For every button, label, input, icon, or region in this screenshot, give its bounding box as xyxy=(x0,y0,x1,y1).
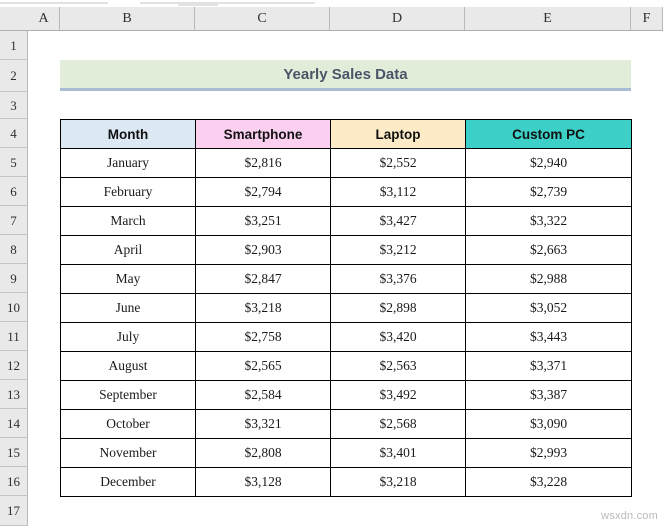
cell-smartphone[interactable]: $2,584 xyxy=(196,381,331,410)
cell-month[interactable]: February xyxy=(61,178,196,207)
cell-month[interactable]: October xyxy=(61,410,196,439)
table-row: August $2,565 $2,563 $3,371 xyxy=(61,352,632,381)
cell-laptop[interactable]: $3,218 xyxy=(331,468,466,497)
sales-data-table: Month Smartphone Laptop Custom PC Januar… xyxy=(60,119,632,497)
column-header-e[interactable]: E xyxy=(465,7,631,30)
cell-month[interactable]: January xyxy=(61,149,196,178)
cell-custom-pc[interactable]: $3,228 xyxy=(466,468,632,497)
table-header-row: Month Smartphone Laptop Custom PC xyxy=(61,120,632,149)
cell-laptop[interactable]: $3,401 xyxy=(331,439,466,468)
table-row: November $2,808 $3,401 $2,993 xyxy=(61,439,632,468)
row-header-1[interactable]: 1 xyxy=(0,31,28,60)
cell-custom-pc[interactable]: $3,090 xyxy=(466,410,632,439)
cell-custom-pc[interactable]: $3,387 xyxy=(466,381,632,410)
row-header-13[interactable]: 13 xyxy=(0,380,28,409)
table-row: July $2,758 $3,420 $3,443 xyxy=(61,323,632,352)
cell-custom-pc[interactable]: $3,443 xyxy=(466,323,632,352)
cell-month[interactable]: June xyxy=(61,294,196,323)
table-row: December $3,128 $3,218 $3,228 xyxy=(61,468,632,497)
cell-smartphone[interactable]: $2,565 xyxy=(196,352,331,381)
sheet-title-text: Yearly Sales Data xyxy=(283,66,407,83)
cell-laptop[interactable]: $2,898 xyxy=(331,294,466,323)
cell-month[interactable]: July xyxy=(61,323,196,352)
cell-month[interactable]: December xyxy=(61,468,196,497)
cell-custom-pc[interactable]: $2,993 xyxy=(466,439,632,468)
row-header-6[interactable]: 6 xyxy=(0,177,28,206)
sheet-title-cell[interactable]: Yearly Sales Data xyxy=(60,60,631,91)
table-row: October $3,321 $2,568 $3,090 xyxy=(61,410,632,439)
column-header-f[interactable]: F xyxy=(631,7,663,30)
cell-laptop[interactable]: $2,563 xyxy=(331,352,466,381)
table-row: January $2,816 $2,552 $2,940 xyxy=(61,149,632,178)
cell-custom-pc[interactable]: $2,988 xyxy=(466,265,632,294)
table-row: June $3,218 $2,898 $3,052 xyxy=(61,294,632,323)
cell-laptop[interactable]: $3,492 xyxy=(331,381,466,410)
cell-month[interactable]: November xyxy=(61,439,196,468)
cell-smartphone[interactable]: $3,218 xyxy=(196,294,331,323)
cell-laptop[interactable]: $3,212 xyxy=(331,236,466,265)
cell-custom-pc[interactable]: $2,739 xyxy=(466,178,632,207)
cell-laptop[interactable]: $3,112 xyxy=(331,178,466,207)
spreadsheet-canvas: A B C D E F 1 2 3 4 5 6 7 8 9 10 11 12 1… xyxy=(0,0,663,526)
row-header-10[interactable]: 10 xyxy=(0,293,28,322)
cell-month[interactable]: April xyxy=(61,236,196,265)
cell-smartphone[interactable]: $3,251 xyxy=(196,207,331,236)
row-header-4[interactable]: 4 xyxy=(0,119,28,148)
cell-month[interactable]: March xyxy=(61,207,196,236)
table-row: May $2,847 $3,376 $2,988 xyxy=(61,265,632,294)
cell-smartphone[interactable]: $2,816 xyxy=(196,149,331,178)
cell-laptop[interactable]: $2,552 xyxy=(331,149,466,178)
ribbon-remnant-strip xyxy=(0,0,663,7)
column-header-c[interactable]: C xyxy=(195,7,330,30)
column-header-b[interactable]: B xyxy=(60,7,195,30)
cell-month[interactable]: September xyxy=(61,381,196,410)
row-header-14[interactable]: 14 xyxy=(0,409,28,438)
column-header-custom-pc[interactable]: Custom PC xyxy=(466,120,632,149)
cell-month[interactable]: August xyxy=(61,352,196,381)
row-header-17[interactable]: 17 xyxy=(0,496,28,526)
cell-smartphone[interactable]: $2,847 xyxy=(196,265,331,294)
cell-laptop[interactable]: $3,427 xyxy=(331,207,466,236)
cell-laptop[interactable]: $3,420 xyxy=(331,323,466,352)
cell-month[interactable]: May xyxy=(61,265,196,294)
site-watermark: wsxdn.com xyxy=(601,510,658,522)
cell-custom-pc[interactable]: $3,322 xyxy=(466,207,632,236)
row-header-7[interactable]: 7 xyxy=(0,206,28,235)
column-header-a[interactable]: A xyxy=(28,7,60,30)
row-header-11[interactable]: 11 xyxy=(0,322,28,351)
table-row: April $2,903 $3,212 $2,663 xyxy=(61,236,632,265)
row-header-2[interactable]: 2 xyxy=(0,60,28,92)
row-header-16[interactable]: 16 xyxy=(0,467,28,496)
cell-smartphone[interactable]: $2,758 xyxy=(196,323,331,352)
table-row: March $3,251 $3,427 $3,322 xyxy=(61,207,632,236)
cell-custom-pc[interactable]: $2,663 xyxy=(466,236,632,265)
table-row: February $2,794 $3,112 $2,739 xyxy=(61,178,632,207)
row-header-9[interactable]: 9 xyxy=(0,264,28,293)
cell-custom-pc[interactable]: $2,940 xyxy=(466,149,632,178)
row-header-12[interactable]: 12 xyxy=(0,351,28,380)
row-header-3[interactable]: 3 xyxy=(0,92,28,119)
cell-smartphone[interactable]: $3,321 xyxy=(196,410,331,439)
column-header-d[interactable]: D xyxy=(330,7,465,30)
cell-smartphone[interactable]: $3,128 xyxy=(196,468,331,497)
row-header-8[interactable]: 8 xyxy=(0,235,28,264)
row-header-5[interactable]: 5 xyxy=(0,148,28,177)
column-header-month[interactable]: Month xyxy=(61,120,196,149)
cell-laptop[interactable]: $3,376 xyxy=(331,265,466,294)
cell-custom-pc[interactable]: $3,052 xyxy=(466,294,632,323)
row-header-15[interactable]: 15 xyxy=(0,438,28,467)
cell-smartphone[interactable]: $2,903 xyxy=(196,236,331,265)
cell-custom-pc[interactable]: $3,371 xyxy=(466,352,632,381)
cell-laptop[interactable]: $2,568 xyxy=(331,410,466,439)
column-header-laptop[interactable]: Laptop xyxy=(331,120,466,149)
cell-smartphone[interactable]: $2,808 xyxy=(196,439,331,468)
table-row: September $2,584 $3,492 $3,387 xyxy=(61,381,632,410)
column-header-smartphone[interactable]: Smartphone xyxy=(196,120,331,149)
cell-smartphone[interactable]: $2,794 xyxy=(196,178,331,207)
